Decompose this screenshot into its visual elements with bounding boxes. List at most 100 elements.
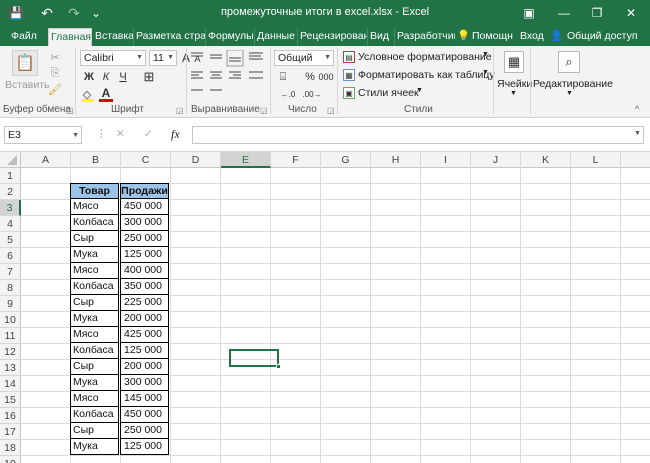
table-cell-product[interactable]: Сыр xyxy=(70,295,119,311)
percent-button[interactable]: % xyxy=(304,69,316,85)
paste-button-label[interactable]: Вставить xyxy=(5,79,50,91)
table-cell-sales[interactable]: 200 000 xyxy=(120,359,169,375)
row-header-11[interactable]: 11 xyxy=(0,328,21,344)
table-cell-sales[interactable]: 450 000 xyxy=(120,407,169,423)
table-cell-product[interactable]: Мясо xyxy=(70,327,119,343)
table-cell-product[interactable]: Сыр xyxy=(70,231,119,247)
table-header-product[interactable]: Товар xyxy=(70,183,119,199)
row-header-6[interactable]: 6 xyxy=(0,248,21,264)
row-header-18[interactable]: 18 xyxy=(0,440,21,456)
column-header-i[interactable]: I xyxy=(421,152,471,168)
conditional-formatting-button[interactable]: Условное форматирование xyxy=(358,51,492,63)
table-cell-product[interactable]: Мука xyxy=(70,439,119,455)
table-cell-product[interactable]: Мука xyxy=(70,247,119,263)
cancel-icon[interactable]: ✕ xyxy=(116,128,125,140)
search-icon[interactable]: ⌕ xyxy=(558,51,580,73)
copy-icon[interactable]: ⎘ xyxy=(48,66,62,80)
row-header-13[interactable]: 13 xyxy=(0,360,21,376)
minimize-icon[interactable]: — xyxy=(553,4,575,22)
table-cell-product[interactable]: Колбаса xyxy=(70,215,119,231)
decrease-decimal-icon[interactable]: .00→ xyxy=(302,87,322,101)
column-header-g[interactable]: G xyxy=(321,152,371,168)
table-cell-sales[interactable]: 250 000 xyxy=(120,423,169,439)
italic-button[interactable]: К xyxy=(99,69,113,85)
tab-data[interactable]: Данные xyxy=(254,28,297,46)
paste-icon[interactable]: 📋 xyxy=(12,50,38,76)
underline-button[interactable]: Ч xyxy=(116,69,130,85)
row-header-9[interactable]: 9 xyxy=(0,296,21,312)
row-header-2[interactable]: 2 xyxy=(0,184,21,200)
redo-icon[interactable]: ↷ xyxy=(66,4,82,22)
tab-review[interactable]: Рецензировани xyxy=(297,28,367,46)
row-header-17[interactable]: 17 xyxy=(0,424,21,440)
alignment-buttons[interactable] xyxy=(189,50,269,102)
column-header-j[interactable]: J xyxy=(471,152,521,168)
thousands-separator-button[interactable]: 000 xyxy=(318,69,334,85)
row-header-15[interactable]: 15 xyxy=(0,392,21,408)
format-painter-icon[interactable]: 🖌 xyxy=(48,82,62,96)
table-cell-product[interactable]: Колбаса xyxy=(70,343,119,359)
row-header-4[interactable]: 4 xyxy=(0,216,21,232)
close-icon[interactable]: ✕ xyxy=(620,4,642,22)
currency-format-icon[interactable]: ⌺ xyxy=(276,69,290,85)
tell-me-box[interactable]: Помощн xyxy=(470,28,516,46)
format-as-table-icon[interactable]: ▦ xyxy=(343,69,355,81)
row-header-10[interactable]: 10 xyxy=(0,312,21,328)
table-cell-sales[interactable]: 400 000 xyxy=(120,263,169,279)
cells-button[interactable]: Ячейки xyxy=(497,78,532,90)
formula-input[interactable] xyxy=(192,126,644,144)
table-cell-sales[interactable]: 300 000 xyxy=(120,215,169,231)
row-header-14[interactable]: 14 xyxy=(0,376,21,392)
font-launcher-icon[interactable]: ◲ xyxy=(176,106,184,115)
cell-area[interactable]: Товар Продажи Мясо 450 000 Колбаса 300 000 Сыр… xyxy=(21,168,650,463)
table-cell-product[interactable]: Мясо xyxy=(70,199,119,215)
table-cell-sales[interactable]: 200 000 xyxy=(120,311,169,327)
tab-formulas[interactable]: Формулы xyxy=(205,28,254,46)
number-launcher-icon[interactable]: ◲ xyxy=(327,106,335,115)
table-cell-sales[interactable]: 225 000 xyxy=(120,295,169,311)
table-cell-sales[interactable]: 125 000 xyxy=(120,247,169,263)
column-header-b[interactable]: B xyxy=(71,152,121,168)
column-header-k[interactable]: K xyxy=(521,152,571,168)
borders-icon[interactable]: ⊞ xyxy=(142,69,156,85)
tab-file[interactable]: Файл xyxy=(9,28,41,46)
customize-qat-icon[interactable]: ⌄ xyxy=(90,4,102,22)
column-header-e[interactable]: E xyxy=(221,152,271,168)
table-cell-product[interactable]: Сыр xyxy=(70,423,119,439)
undo-icon[interactable]: ↶ xyxy=(38,4,56,22)
row-header-1[interactable]: 1 xyxy=(0,168,21,184)
table-cell-sales[interactable]: 350 000 xyxy=(120,279,169,295)
row-header-19[interactable]: 19 xyxy=(0,456,21,463)
editing-button[interactable]: Редактирование xyxy=(533,78,613,90)
table-cell-product[interactable]: Мука xyxy=(70,311,119,327)
table-cell-sales[interactable]: 300 000 xyxy=(120,375,169,391)
column-header-h[interactable]: H xyxy=(371,152,421,168)
share-icon[interactable]: 👤 xyxy=(550,28,564,46)
tab-page-layout[interactable]: Разметка страни xyxy=(133,28,205,46)
table-cell-product[interactable]: Мясо xyxy=(70,263,119,279)
increase-decimal-icon[interactable]: ←.0 xyxy=(278,87,298,101)
format-as-table-button[interactable]: Форматировать как таблицу xyxy=(358,69,495,81)
clipboard-launcher-icon[interactable]: ◲ xyxy=(66,106,74,115)
tab-view[interactable]: Вид xyxy=(367,28,394,46)
table-cell-product[interactable]: Сыр xyxy=(70,359,119,375)
number-format-select[interactable]: Общий ▼ xyxy=(274,50,334,66)
select-all-corner[interactable] xyxy=(0,152,21,168)
tab-home[interactable]: Главная xyxy=(48,28,92,46)
column-header-f[interactable]: F xyxy=(271,152,321,168)
table-cell-sales[interactable]: 125 000 xyxy=(120,343,169,359)
font-size-select[interactable]: 11 ▼ xyxy=(149,50,177,66)
font-color-icon[interactable]: A xyxy=(99,86,113,100)
cell-styles-button[interactable]: Стили ячеек xyxy=(358,87,419,99)
row-header-5[interactable]: 5 xyxy=(0,232,21,248)
name-box[interactable]: E3 ▼ xyxy=(4,126,82,144)
table-cell-sales[interactable]: 425 000 xyxy=(120,327,169,343)
font-name-select[interactable]: Calibri ▼ xyxy=(80,50,146,66)
active-cell-selection[interactable] xyxy=(229,349,279,367)
lightbulb-icon[interactable]: 💡 xyxy=(457,28,469,46)
save-icon[interactable]: 💾 xyxy=(6,4,26,22)
insert-function-icon[interactable]: fx xyxy=(171,127,180,142)
enter-icon[interactable]: ✓ xyxy=(144,128,153,140)
tab-developer[interactable]: Разработчик xyxy=(394,28,455,46)
conditional-formatting-icon[interactable]: ▤ xyxy=(343,51,355,63)
